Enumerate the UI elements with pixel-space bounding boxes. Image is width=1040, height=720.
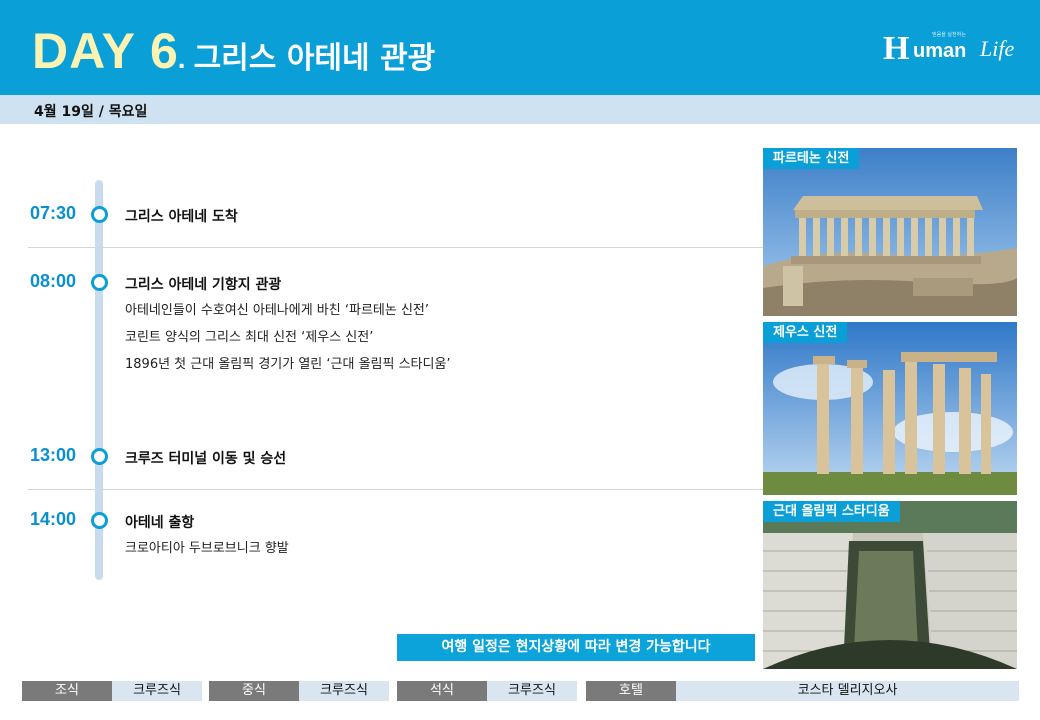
- date-text: 4월 19일 / 목요일: [34, 104, 148, 120]
- entry-time: 13:00: [30, 445, 77, 465]
- entry-time: 14:00: [30, 509, 77, 529]
- divider-1: [28, 247, 763, 248]
- day-subtitle: 그리스 아테네 관광: [193, 41, 436, 76]
- entry-detail: 1896년 첫 근대 올림픽 경기가 열린 ‘근대 올림픽 스타디움’: [125, 357, 451, 372]
- meal-label: 중식: [209, 681, 299, 701]
- entry-time: 07:30: [30, 203, 77, 223]
- day-word: DAY: [32, 23, 136, 79]
- entry-title: 그리스 아테네 도착: [125, 209, 238, 225]
- schedule-change-notice: 여행 일정은 현지상황에 따라 변경 가능합니다: [397, 634, 755, 661]
- logo-uman: uman: [913, 40, 967, 62]
- timeline-dot-icon: [91, 512, 108, 529]
- meal-value: 크루즈식: [299, 681, 389, 701]
- zeus-temple-photo: 제우스 신전: [763, 322, 1017, 495]
- hotel-info: 호텔 코스타 델리지오사: [586, 681, 1019, 701]
- divider-2: [28, 489, 763, 490]
- logo-tagline: 믿음을 실천하는: [932, 32, 966, 38]
- meal-lunch: 중식 크루즈식: [209, 681, 389, 701]
- meal-value: 크루즈식: [112, 681, 202, 701]
- entry-detail: 아테네인들이 수호여신 아테나에게 바친 ‘파르테논 신전’: [125, 303, 430, 318]
- page-title: DAY 6. 그리스 아테네 관광: [32, 22, 435, 80]
- photo-label: 파르테논 신전: [763, 148, 860, 169]
- day-dot: .: [177, 43, 186, 74]
- entry-detail: 코린트 양식의 그리스 최대 신전 ‘제우스 신전’: [125, 330, 374, 345]
- meal-breakfast: 조식 크루즈식: [22, 681, 202, 701]
- entry-title: 크루즈 터미널 이동 및 승선: [125, 451, 287, 467]
- meal-label: 조식: [22, 681, 112, 701]
- entry-detail: 크로아티아 두브로브니크 향발: [125, 541, 289, 556]
- human-life-logo: H 믿음을 실천하는 uman Life: [880, 28, 1030, 72]
- timeline-dot-icon: [91, 206, 108, 223]
- meal-value: 코스타 델리지오사: [676, 681, 1019, 701]
- parthenon-photo: 파르테논 신전: [763, 148, 1017, 316]
- timeline-dot-icon: [91, 274, 108, 291]
- date-bar: 4월 19일 / 목요일: [0, 95, 1040, 124]
- timeline-dot-icon: [91, 448, 108, 465]
- stadium-photo: 근대 올림픽 스타디움: [763, 501, 1017, 669]
- photo-label: 근대 올림픽 스타디움: [763, 501, 900, 522]
- entry-time: 08:00: [30, 271, 77, 291]
- photo-label: 제우스 신전: [763, 322, 848, 343]
- meal-value: 크루즈식: [487, 681, 577, 701]
- meal-label: 호텔: [586, 681, 676, 701]
- header-banner: DAY 6. 그리스 아테네 관광 H 믿음을 실천하는 uman Life: [0, 0, 1040, 95]
- logo-h: H: [883, 30, 910, 67]
- day-number: 6: [149, 23, 178, 79]
- meal-dinner: 석식 크루즈식: [397, 681, 577, 701]
- meal-label: 석식: [397, 681, 487, 701]
- entry-title: 아테네 출항: [125, 515, 195, 531]
- logo-life: Life: [980, 36, 1015, 61]
- entry-title: 그리스 아테네 기항지 관광: [125, 277, 282, 293]
